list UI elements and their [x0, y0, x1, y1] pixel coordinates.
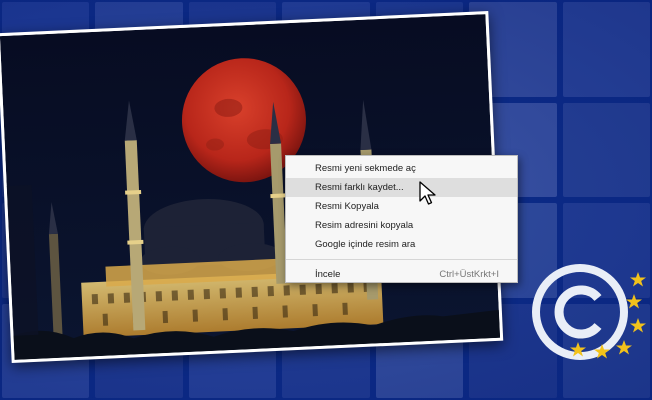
menu-item-label: Resim adresini kopyala [315, 220, 414, 231]
menu-item-label: Resmi Kopyala [315, 201, 379, 212]
menu-item-open-image-new-tab[interactable]: Resmi yeni sekmede aç [286, 159, 517, 178]
copyright-icon [532, 264, 646, 360]
menu-item-label: İncele [315, 269, 341, 280]
menu-item-copy-image-address[interactable]: Resim adresini kopyala [286, 216, 517, 235]
menu-item-shortcut: Ctrl+ÜstKrkt+I [439, 269, 499, 280]
menu-item-label: Google içinde resim ara [315, 239, 416, 250]
menu-item-label: Resmi farklı kaydet... [315, 182, 404, 193]
arrow-cursor-icon [419, 181, 436, 205]
menu-item-search-google-image[interactable]: Google içinde resim ara [286, 235, 517, 254]
menu-item-label: Resmi yeni sekmede aç [315, 163, 416, 174]
menu-separator [286, 259, 517, 260]
menu-item-inspect[interactable]: İncele Ctrl+ÜstKrkt+I [286, 265, 517, 284]
context-menu: Resmi yeni sekmede aç Resmi farklı kayde… [285, 155, 518, 283]
menu-item-copy-image[interactable]: Resmi Kopyala [286, 197, 517, 216]
menu-item-save-image-as[interactable]: Resmi farklı kaydet... [286, 178, 517, 197]
